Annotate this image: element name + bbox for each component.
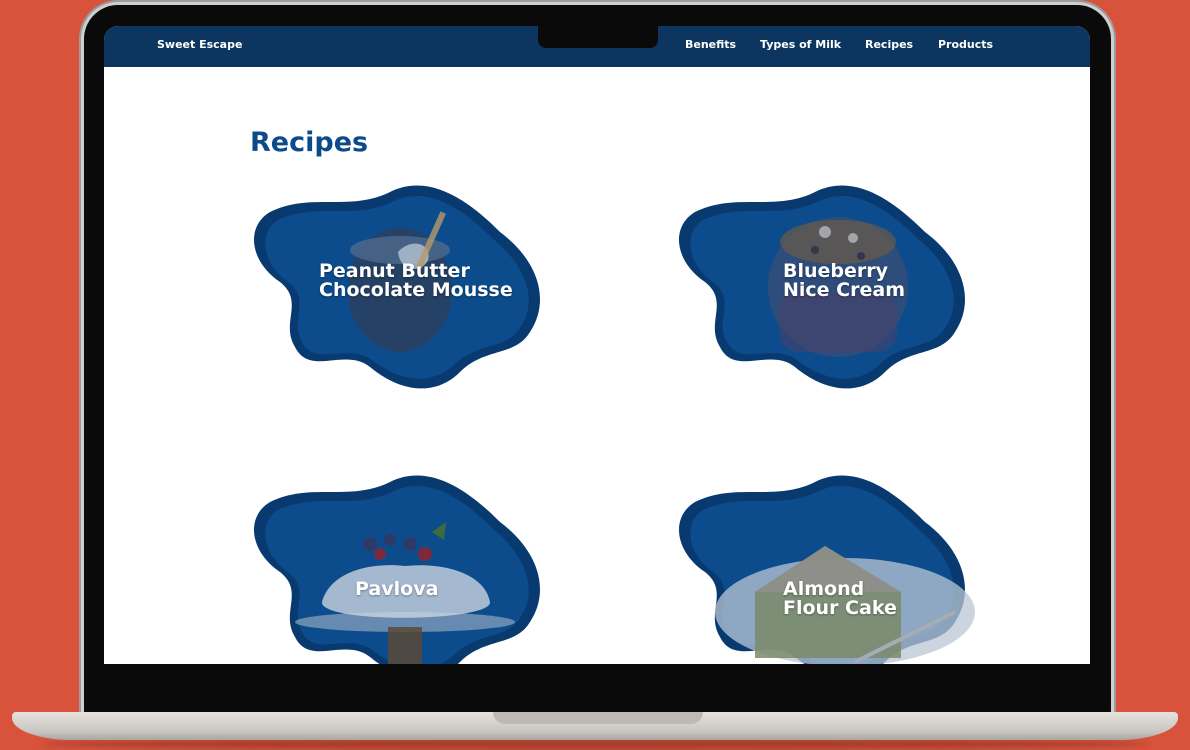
nav-link-types-of-milk[interactable]: Types of Milk bbox=[760, 38, 841, 51]
camera-notch bbox=[538, 26, 658, 48]
recipe-card-almond-flour-cake[interactable]: Almond Flour Cake bbox=[675, 462, 975, 664]
laptop-shadow bbox=[40, 739, 1150, 749]
recipe-card-blueberry-nice-cream[interactable]: Blueberry Nice Cream bbox=[675, 172, 975, 398]
browser-screen: Sweet Escape Benefits Types of Milk Reci… bbox=[104, 26, 1090, 664]
nav-link-benefits[interactable]: Benefits bbox=[685, 38, 736, 51]
recipe-title-line2: Chocolate Mousse bbox=[319, 279, 513, 301]
nav-link-products[interactable]: Products bbox=[938, 38, 993, 51]
laptop-hinge-groove bbox=[493, 712, 703, 724]
recipe-title-line2: Nice Cream bbox=[783, 279, 905, 301]
recipe-blob bbox=[254, 475, 540, 664]
recipe-title-line2: Flour Cake bbox=[783, 597, 897, 619]
recipe-title-line1: Pavlova bbox=[355, 578, 439, 600]
recipe-blob bbox=[679, 475, 975, 664]
recipe-card-pavlova[interactable]: Pavlova bbox=[250, 462, 550, 664]
page-title: Recipes bbox=[250, 127, 369, 158]
recipe-card-peanut-butter-chocolate-mousse[interactable]: Peanut Butter Chocolate Mousse bbox=[250, 172, 550, 398]
nav-link-recipes[interactable]: Recipes bbox=[865, 38, 913, 51]
